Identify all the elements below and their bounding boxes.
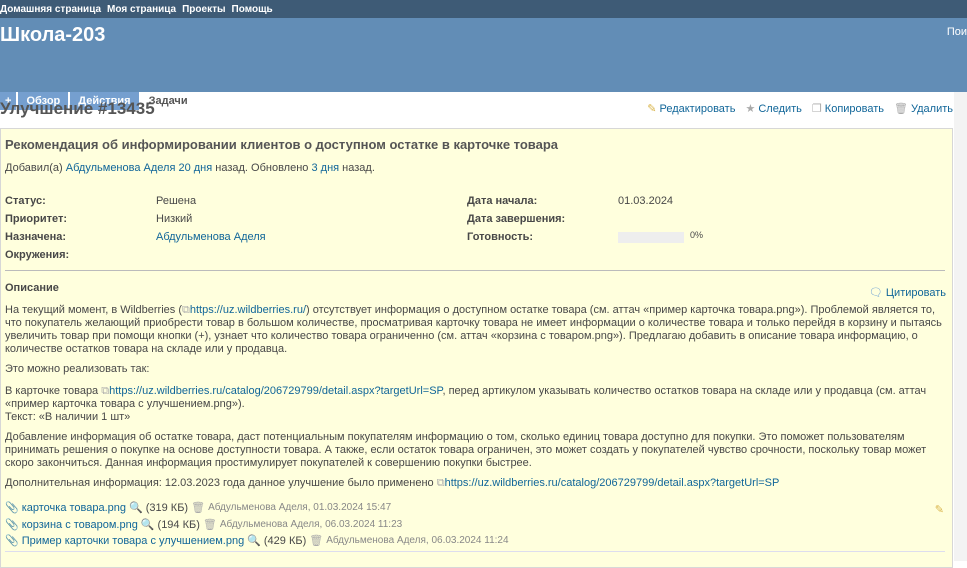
- menu-projects[interactable]: Проекты: [182, 4, 225, 15]
- external-link-icon: ⧉: [101, 385, 110, 397]
- edit-label: Редактировать: [659, 102, 736, 115]
- delete-button[interactable]: 🗑 Удалить: [894, 102, 953, 116]
- attachment-size: (429 КБ): [263, 534, 307, 547]
- suffix-text: назад.: [342, 162, 375, 174]
- attachment-size: (319 КБ): [145, 501, 189, 514]
- attachment-item: 📎 корзина с товаром.png 🔍 (194 КБ) 🗑 Абдульме…: [5, 518, 403, 532]
- copy-label: Копировать: [824, 102, 885, 115]
- description-paragraph-1: На текущий момент, в Wildberries (⧉https…: [5, 304, 945, 356]
- paperclip-icon: 📎: [5, 535, 19, 547]
- progress-bar: [618, 232, 684, 243]
- magnifier-icon[interactable]: 🔍: [129, 501, 143, 514]
- priority-value: Низкий: [156, 213, 193, 225]
- environment-label: Окружения:: [5, 249, 70, 261]
- description-paragraph-4: Добавление информация об остатке товара,…: [5, 431, 927, 469]
- attachment-meta: Абдульменова Аделя, 06.03.2024 11:24: [326, 535, 509, 546]
- due-date-label: Дата завершения:: [467, 213, 566, 225]
- magnifier-icon[interactable]: 🔍: [141, 518, 155, 531]
- attachment-link[interactable]: Пример карточки товара с улучшением.png: [22, 535, 244, 547]
- watch-label: Следить: [758, 102, 802, 115]
- watch-button[interactable]: ★ Следить: [745, 102, 802, 116]
- copy-button[interactable]: ❐ Копировать: [811, 102, 885, 116]
- attachment-item: 📎 Пример карточки товара с улучшением.png…: [5, 534, 509, 548]
- p5-text: Дополнительная информация: 12.03.2023 го…: [5, 477, 437, 489]
- catalog-link[interactable]: https://uz.wildberries.ru/catalog/206729…: [109, 385, 442, 397]
- page-title: Улучшение #13435: [0, 99, 155, 118]
- menu-help[interactable]: Помощь: [232, 4, 273, 15]
- status-value: Решена: [156, 195, 197, 207]
- p3-text-a: В карточке товара: [5, 385, 102, 397]
- p3-text-c: Текст: «В наличии 1 шт»: [5, 411, 131, 423]
- external-link-icon: ⧉: [181, 304, 190, 316]
- done-value: 0%: [690, 230, 704, 240]
- quote-button[interactable]: 🗨 Цитировать: [869, 286, 946, 299]
- description-paragraph-3: В карточке товара ⧉https://uz.wildberrie…: [5, 385, 945, 424]
- star-icon: ★: [745, 103, 756, 115]
- project-title: Школа-203: [0, 24, 106, 46]
- attachment-meta: Абдульменова Аделя, 06.03.2024 11:23: [219, 519, 403, 530]
- trash-icon: 🗑: [894, 103, 908, 115]
- trash-icon[interactable]: 🗑: [191, 501, 205, 514]
- attachment-link[interactable]: корзина с товаром.png: [22, 519, 138, 531]
- top-menu: Домашняя страница Моя страница Проекты Помо…: [0, 0, 967, 18]
- paperclip-icon: 📎: [5, 502, 19, 514]
- edit-button[interactable]: ✎ Редактировать: [647, 102, 736, 116]
- start-date-value: 01.03.2024: [618, 195, 674, 207]
- updated-link[interactable]: 3 дня: [311, 162, 339, 174]
- description-paragraph-2: Это можно реализовать так:: [5, 363, 150, 375]
- quote-label: Цитировать: [885, 287, 946, 299]
- author-link[interactable]: Абдульменова Аделя: [66, 162, 176, 174]
- attachment-size: (194 КБ): [157, 518, 200, 531]
- wildberries-link[interactable]: https://uz.wildberries.ru/: [190, 304, 306, 316]
- issue-subject: Рекомендация об информировании клиентов …: [5, 137, 559, 152]
- menu-my-page[interactable]: Моя страница: [107, 4, 176, 15]
- menu-home[interactable]: Домашняя страница: [0, 4, 101, 15]
- sidebar-gutter: [954, 92, 967, 561]
- external-link-icon: ⧉: [436, 477, 445, 489]
- divider: [5, 270, 945, 271]
- issue-details: Рекомендация об информировании клиентов …: [0, 128, 953, 568]
- catalog-link-2[interactable]: https://uz.wildberries.ru/catalog/206729…: [445, 477, 780, 489]
- contextual-actions: ✎ Редактировать ★ Следить ❐ Копировать 🗑 Уда…: [647, 102, 953, 116]
- divider: [5, 551, 945, 552]
- attachment-link[interactable]: карточка товара.png: [22, 502, 126, 514]
- start-date-label: Дата начала:: [467, 195, 538, 207]
- header: Школа-203 Пои + Обзор Действия Задачи: [0, 18, 967, 110]
- trash-icon[interactable]: 🗑: [309, 534, 323, 547]
- magnifier-icon[interactable]: 🔍: [247, 534, 261, 547]
- pencil-icon: ✎: [647, 103, 657, 115]
- status-label: Статус:: [5, 195, 46, 207]
- p1-text-a: На текущий момент, в Wildberries (: [5, 304, 182, 316]
- assigned-label: Назначена:: [5, 231, 67, 243]
- paperclip-icon: 📎: [5, 519, 19, 531]
- attachment-meta: Абдульменова Аделя, 01.03.2024 15:47: [208, 502, 392, 513]
- comment-icon: 🗨: [868, 287, 883, 299]
- assigned-value[interactable]: Абдульменова Аделя: [156, 231, 266, 243]
- description-paragraph-5: Дополнительная информация: 12.03.2023 го…: [5, 477, 945, 490]
- edit-attachments-icon[interactable]: ✎: [935, 503, 944, 516]
- priority-label: Приоритет:: [5, 213, 67, 225]
- delete-label: Удалить: [911, 102, 953, 115]
- updated-text: назад. Обновлено: [215, 162, 309, 174]
- attachment-item: 📎 карточка товара.png 🔍 (319 КБ) 🗑 Абдульмено…: [5, 501, 392, 515]
- author-prefix: Добавил(а): [5, 162, 63, 174]
- trash-icon[interactable]: 🗑: [203, 518, 217, 531]
- created-link[interactable]: 20 дня: [178, 162, 212, 174]
- copy-icon: ❐: [811, 103, 822, 115]
- done-label: Готовность:: [467, 231, 534, 243]
- description-heading: Описание: [5, 282, 59, 294]
- issue-author-line: Добавил(а) Абдульменова Аделя 20 дня наз…: [5, 162, 375, 174]
- search-label[interactable]: Пои: [947, 26, 967, 38]
